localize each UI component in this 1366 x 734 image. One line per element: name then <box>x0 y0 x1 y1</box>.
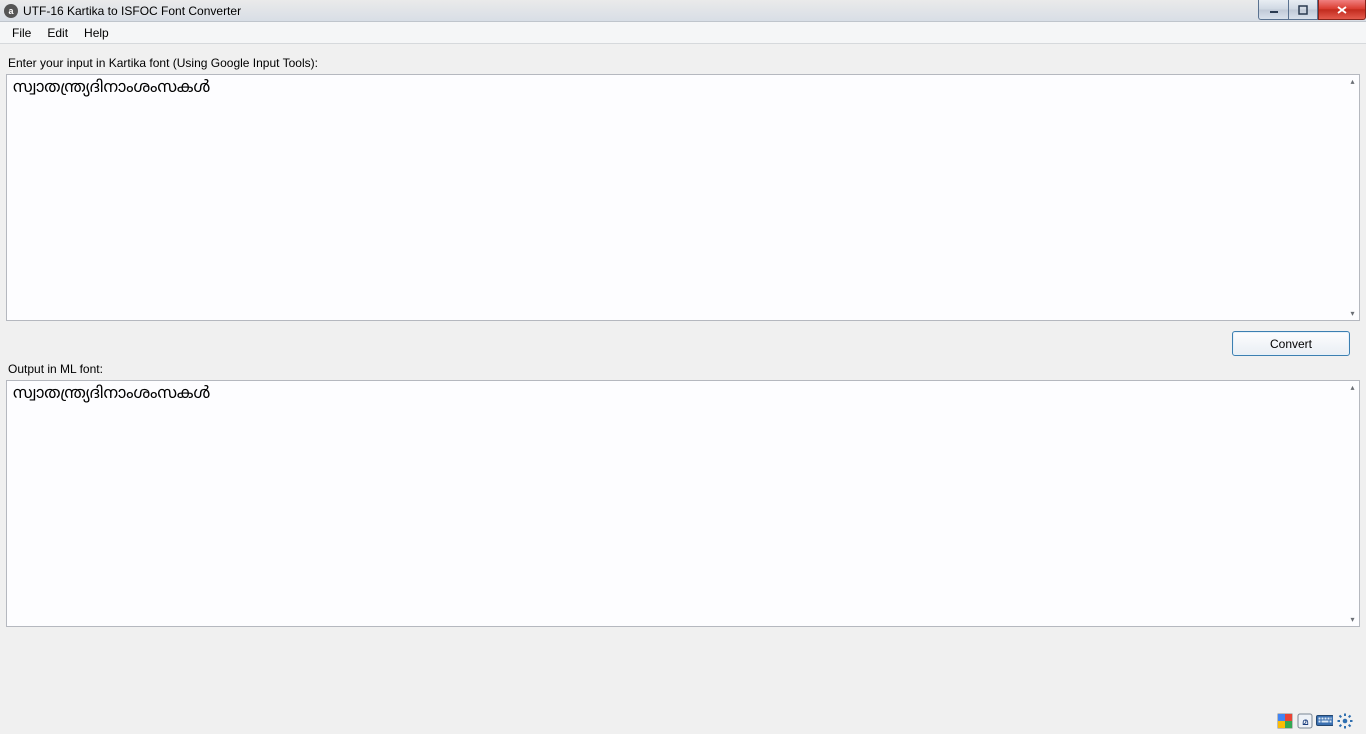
menu-edit[interactable]: Edit <box>39 24 76 42</box>
convert-row: Convert <box>6 321 1360 362</box>
input-textarea-container: സ്വാതന്ത്ര്യദിനാംശംസകൾ ▴ ▾ <box>6 74 1360 321</box>
close-icon <box>1336 5 1348 15</box>
app-window: a UTF-16 Kartika to ISFOC Font Converter… <box>0 0 1366 734</box>
scroll-up-icon[interactable]: ▴ <box>1347 382 1358 393</box>
scroll-up-icon[interactable]: ▴ <box>1347 76 1358 87</box>
scroll-down-icon[interactable]: ▾ <box>1347 614 1358 625</box>
minimize-icon <box>1269 5 1279 15</box>
language-icon[interactable]: മ <box>1296 712 1313 729</box>
client-area: Enter your input in Kartika font (Using … <box>0 44 1366 734</box>
svg-text:മ: മ <box>1301 717 1308 728</box>
window-controls <box>1258 0 1366 20</box>
system-tray: മ <box>1276 712 1353 729</box>
input-textarea[interactable]: സ്വാതന്ത്ര്യദിനാംശംസകൾ <box>7 75 1359 320</box>
app-icon: a <box>4 4 18 18</box>
keyboard-icon[interactable] <box>1316 712 1333 729</box>
minimize-button[interactable] <box>1258 0 1288 20</box>
settings-icon[interactable] <box>1336 712 1353 729</box>
output-textarea-container: സ്വാതന്ത്ര്യദിനാംശംസകൾ ▴ ▾ <box>6 380 1360 627</box>
output-textarea[interactable]: സ്വാതന്ത്ര്യദിനാംശംസകൾ <box>7 381 1359 626</box>
input-label: Enter your input in Kartika font (Using … <box>8 56 1360 70</box>
maximize-button[interactable] <box>1288 0 1318 20</box>
menu-help[interactable]: Help <box>76 24 117 42</box>
output-label: Output in ML font: <box>8 362 1360 376</box>
menubar: File Edit Help <box>0 22 1366 44</box>
window-title: UTF-16 Kartika to ISFOC Font Converter <box>23 4 241 18</box>
maximize-icon <box>1298 5 1308 15</box>
google-input-icon[interactable] <box>1276 712 1293 729</box>
titlebar: a UTF-16 Kartika to ISFOC Font Converter <box>0 0 1366 22</box>
convert-button[interactable]: Convert <box>1232 331 1350 356</box>
scroll-down-icon[interactable]: ▾ <box>1347 308 1358 319</box>
close-button[interactable] <box>1318 0 1366 20</box>
menu-file[interactable]: File <box>4 24 39 42</box>
